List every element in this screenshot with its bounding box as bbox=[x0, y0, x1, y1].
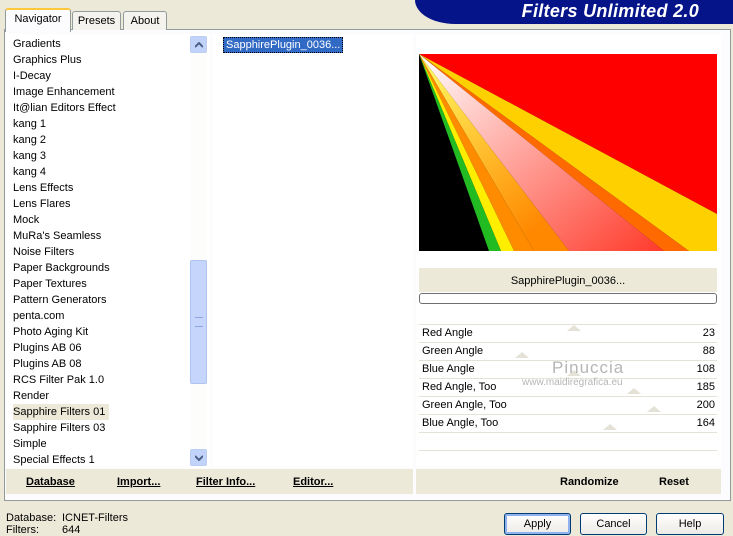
category-item[interactable]: Simple bbox=[13, 436, 47, 452]
param-blue-angle-too[interactable]: Blue Angle, Too 164 bbox=[419, 414, 717, 432]
category-item[interactable]: kang 1 bbox=[13, 116, 46, 132]
category-item[interactable]: Sapphire Filters 03 bbox=[13, 420, 105, 436]
apply-button[interactable]: Apply bbox=[504, 513, 571, 535]
category-item[interactable]: kang 2 bbox=[13, 132, 46, 148]
tab-navigator-label: Navigator bbox=[14, 13, 62, 25]
parameter-list: Red Angle 23 Green Angle 88 Blue Angle 1… bbox=[419, 324, 717, 464]
filter-info-button[interactable]: Filter Info... bbox=[196, 474, 255, 490]
filter-info-button-label: Filter Info... bbox=[196, 476, 256, 488]
category-scrollbar[interactable] bbox=[190, 36, 207, 466]
chevron-down-icon bbox=[195, 455, 203, 461]
database-value: ICNET-Filters bbox=[62, 512, 128, 524]
preview-image bbox=[419, 54, 717, 251]
progress-bar bbox=[419, 293, 717, 304]
param-label: Red Angle, Too bbox=[422, 381, 497, 393]
category-item[interactable]: Gradients bbox=[13, 36, 61, 52]
database-label: Database: bbox=[6, 512, 57, 524]
watermark-url: www.maidiregrafica.eu bbox=[522, 377, 623, 388]
param-label: Blue Angle bbox=[422, 363, 475, 375]
category-item[interactable]: Special Effects 1 bbox=[13, 452, 95, 468]
category-item[interactable]: Pattern Generators bbox=[13, 292, 107, 308]
category-item[interactable]: Mock bbox=[13, 212, 39, 228]
category-item[interactable]: It@lian Editors Effect bbox=[13, 100, 116, 116]
chevron-up-icon bbox=[195, 42, 203, 48]
preview-filter-name: SapphirePlugin_0036... bbox=[419, 268, 717, 292]
import-button-label: Import... bbox=[117, 476, 161, 488]
param-label: Green Angle, Too bbox=[422, 399, 507, 411]
help-button[interactable]: Help bbox=[656, 513, 724, 535]
category-item[interactable]: Lens Flares bbox=[13, 196, 70, 212]
category-item[interactable]: RCS Filter Pak 1.0 bbox=[13, 372, 104, 388]
category-item[interactable]: kang 4 bbox=[13, 164, 46, 180]
filters-label: Filters: bbox=[6, 524, 39, 536]
category-item[interactable]: Sapphire Filters 01 bbox=[13, 404, 110, 420]
category-item[interactable]: Image Enhancement bbox=[13, 84, 115, 100]
randomize-button[interactable]: Randomize bbox=[560, 474, 619, 490]
category-item[interactable]: Lens Effects bbox=[13, 180, 73, 196]
param-value: 108 bbox=[696, 363, 715, 375]
tab-about-label: About bbox=[130, 15, 160, 27]
param-label: Blue Angle, Too bbox=[422, 417, 499, 429]
scroll-down-button[interactable] bbox=[190, 449, 207, 466]
category-item[interactable]: Paper Backgrounds bbox=[13, 260, 110, 276]
editor-button[interactable]: Editor... bbox=[293, 474, 333, 490]
watermark-name: Pinuccia bbox=[552, 358, 625, 377]
cancel-button[interactable]: Cancel bbox=[580, 513, 647, 535]
database-button[interactable]: Database bbox=[26, 474, 75, 490]
scroll-grip bbox=[195, 317, 203, 327]
tab-about[interactable]: About bbox=[123, 11, 167, 30]
param-value: 23 bbox=[702, 327, 715, 339]
import-button[interactable]: Import... bbox=[117, 474, 160, 490]
slider-track bbox=[419, 432, 717, 433]
tab-navigator[interactable]: Navigator bbox=[5, 8, 71, 32]
reset-button[interactable]: Reset bbox=[659, 474, 689, 490]
param-label: Green Angle bbox=[422, 345, 484, 357]
category-item[interactable]: Paper Textures bbox=[13, 276, 87, 292]
database-info: Database: ICNET-Filters bbox=[6, 512, 128, 524]
filters-count: 644 bbox=[62, 524, 81, 536]
category-item[interactable]: kang 3 bbox=[13, 148, 46, 164]
param-value: 164 bbox=[696, 417, 715, 429]
editor-button-label: Editor... bbox=[293, 476, 334, 488]
preview-graphic bbox=[419, 54, 717, 251]
param-label: Red Angle bbox=[422, 327, 473, 339]
slider-track bbox=[419, 450, 717, 451]
tab-presets-label: Presets bbox=[77, 15, 116, 27]
param-value: 185 bbox=[696, 381, 715, 393]
category-item[interactable]: penta.com bbox=[13, 308, 64, 324]
tab-presets[interactable]: Presets bbox=[72, 11, 121, 30]
category-item[interactable]: Plugins AB 06 bbox=[13, 340, 82, 356]
scroll-thumb[interactable] bbox=[190, 260, 207, 384]
category-item[interactable]: Render bbox=[13, 388, 49, 404]
param-green-angle-too[interactable]: Green Angle, Too 200 bbox=[419, 396, 717, 414]
category-item[interactable]: MuRa's Seamless bbox=[13, 228, 101, 244]
param-red-angle[interactable]: Red Angle 23 bbox=[419, 324, 717, 342]
database-button-label: Database bbox=[26, 476, 75, 488]
param-value: 88 bbox=[702, 345, 715, 357]
category-item[interactable]: I-Decay bbox=[13, 68, 51, 84]
filter-item[interactable]: SapphirePlugin_0036... bbox=[223, 37, 344, 53]
category-item[interactable]: Photo Aging Kit bbox=[13, 324, 88, 340]
filter-list[interactable] bbox=[213, 34, 413, 468]
scroll-up-button[interactable] bbox=[190, 36, 207, 53]
param-value: 200 bbox=[696, 399, 715, 411]
title-banner: Filters Unlimited 2.0 bbox=[415, 0, 733, 24]
app-title: Filters Unlimited 2.0 bbox=[521, 1, 699, 21]
category-item[interactable]: Plugins AB 08 bbox=[13, 356, 82, 372]
filters-info: Filters: 644 bbox=[6, 524, 80, 536]
category-item[interactable]: Noise Filters bbox=[13, 244, 74, 260]
category-item[interactable]: Graphics Plus bbox=[13, 52, 81, 68]
